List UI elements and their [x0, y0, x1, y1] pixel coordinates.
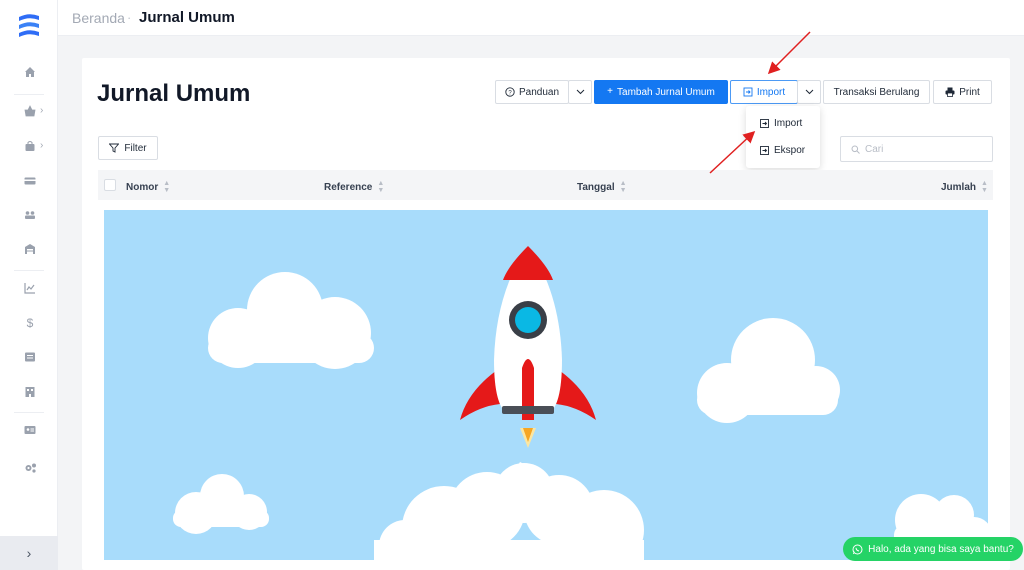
group-icon[interactable] — [22, 207, 38, 223]
column-label: Tanggal — [577, 181, 615, 193]
menu-item-import[interactable]: Import — [760, 118, 802, 129]
import-button-label: Import — [756, 86, 786, 98]
column-label: Reference — [324, 181, 373, 193]
print-button[interactable]: Print — [933, 80, 992, 104]
recurring-transaction-button[interactable]: Transaksi Berulang — [823, 80, 930, 104]
column-header-date[interactable]: Tanggal ▲ ▼ — [577, 180, 627, 194]
menu-item-export-label: Ekspor — [774, 145, 806, 156]
sort-icon: ▲ ▼ — [981, 180, 988, 194]
search-box[interactable] — [840, 136, 993, 162]
chevron-right-icon: › — [40, 140, 44, 151]
printer-icon — [945, 87, 955, 97]
home-icon[interactable] — [22, 64, 38, 80]
chevron-right-icon: › — [26, 545, 32, 561]
app-logo[interactable] — [16, 12, 42, 40]
import-dropdown-button[interactable] — [797, 80, 821, 104]
filter-button[interactable]: Filter — [98, 136, 158, 160]
empty-state-illustration — [104, 210, 988, 560]
sidebar-expand-button[interactable]: › — [0, 536, 58, 570]
building-icon[interactable] — [22, 384, 38, 400]
select-all-checkbox[interactable] — [104, 179, 116, 191]
column-header-reference[interactable]: Reference ▲ ▼ — [324, 180, 384, 194]
menu-item-import-label: Import — [774, 118, 803, 129]
list-icon[interactable] — [22, 349, 38, 365]
sidebar: › › $ › — [0, 0, 58, 570]
whatsapp-icon — [852, 544, 863, 554]
column-header-number[interactable]: Nomor ▲ ▼ — [126, 180, 170, 194]
search-input[interactable] — [865, 143, 985, 155]
basket-icon[interactable] — [22, 103, 38, 119]
filter-icon — [109, 143, 120, 153]
column-label: Nomor — [126, 181, 159, 193]
whatsapp-chat-label: Halo, ada yang bisa saya bantu? — [868, 543, 1014, 555]
divider — [14, 270, 44, 271]
guide-dropdown-button[interactable] — [568, 80, 592, 104]
search-icon — [851, 145, 860, 154]
chart-icon[interactable] — [22, 280, 38, 296]
bag-icon[interactable] — [22, 138, 38, 154]
divider — [14, 94, 44, 95]
main-card: Jurnal Umum ? Panduan + Tambah Jurnal Um… — [82, 58, 1010, 570]
import-dropdown-menu: Import Ekspor — [746, 106, 820, 168]
sort-icon: ▲ ▼ — [377, 180, 385, 194]
menu-item-export[interactable]: Ekspor — [760, 145, 805, 156]
add-journal-label: Tambah Jurnal Umum — [617, 86, 715, 98]
plus-icon: + — [607, 86, 614, 97]
settings-icon[interactable] — [22, 460, 38, 476]
contact-icon[interactable] — [22, 422, 38, 438]
topbar: Beranda · Jurnal Umum — [58, 0, 1024, 36]
chevron-right-icon: › — [40, 105, 44, 116]
guide-button[interactable]: ? Panduan — [495, 80, 569, 104]
print-button-label: Print — [959, 86, 980, 98]
add-journal-button[interactable]: + Tambah Jurnal Umum — [594, 80, 728, 104]
sort-icon: ▲ ▼ — [619, 180, 627, 194]
filter-button-label: Filter — [124, 142, 147, 154]
table-header: Nomor ▲ ▼ Reference ▲ ▼ Tanggal ▲ ▼ Jumlah … — [98, 170, 993, 200]
column-label: Jumlah — [941, 181, 977, 193]
recurring-transaction-label: Transaksi Berulang — [833, 86, 920, 98]
warehouse-icon[interactable] — [22, 241, 38, 257]
import-button[interactable]: Import — [730, 80, 798, 104]
card-icon[interactable] — [22, 173, 38, 189]
whatsapp-chat-button[interactable]: Halo, ada yang bisa saya bantu? — [843, 537, 1023, 561]
breadcrumb-current: Jurnal Umum — [139, 9, 235, 26]
export-icon — [760, 146, 769, 155]
divider — [14, 412, 44, 413]
page-title: Jurnal Umum — [97, 80, 251, 107]
sort-icon: ▲ ▼ — [163, 180, 171, 194]
breadcrumb-home[interactable]: Beranda — [72, 10, 125, 26]
chevron-down-icon — [805, 89, 813, 95]
chevron-down-icon — [576, 89, 584, 95]
help-icon: ? — [505, 87, 515, 97]
guide-button-label: Panduan — [518, 86, 560, 98]
breadcrumb-separator: · — [127, 10, 132, 25]
column-header-amount[interactable]: Jumlah ▲ ▼ — [941, 180, 988, 194]
import-icon — [760, 119, 769, 128]
dollar-icon[interactable]: $ — [22, 315, 38, 331]
import-icon — [743, 87, 753, 97]
